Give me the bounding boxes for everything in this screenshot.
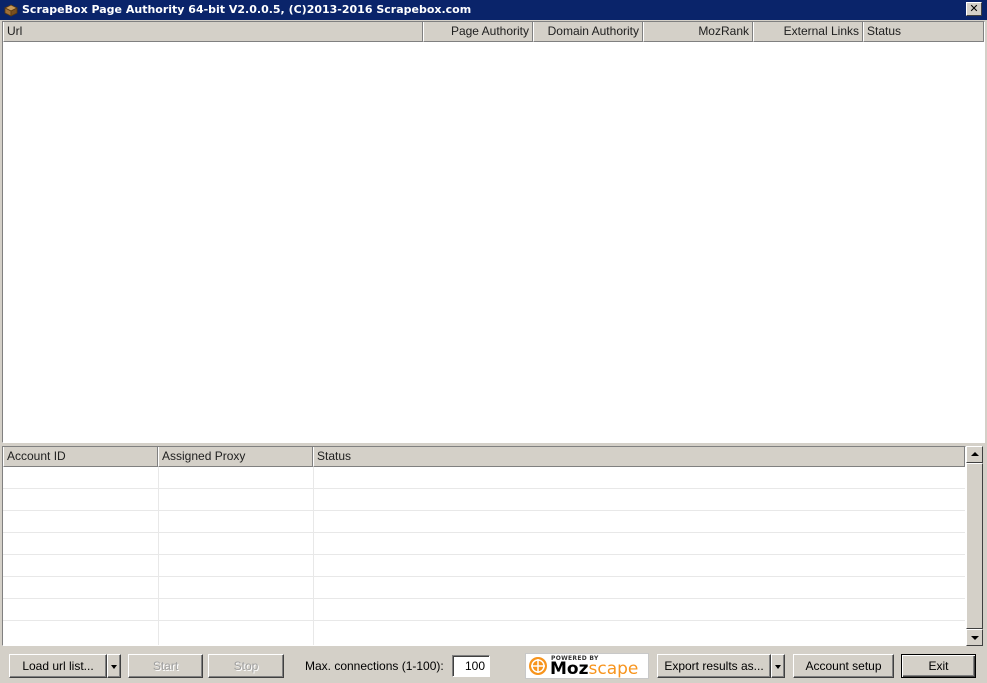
table-row[interactable] (3, 555, 965, 577)
mozscape-wordmark: Mozscape (550, 659, 638, 679)
scroll-up-button[interactable] (966, 446, 983, 463)
column-header-account-status[interactable]: Status (313, 447, 965, 467)
scrollbar-thumb[interactable] (966, 463, 983, 629)
start-button[interactable]: Start (128, 654, 203, 678)
max-connections-input[interactable]: 100 (452, 655, 490, 677)
table-row[interactable] (3, 489, 965, 511)
mozscape-badge-icon (529, 657, 547, 675)
scape-text: scape (588, 659, 639, 679)
moz-text: Moz (550, 659, 589, 679)
close-icon[interactable]: ✕ (966, 2, 982, 16)
account-setup-button[interactable]: Account setup (793, 654, 894, 678)
load-url-list-dropdown[interactable] (107, 654, 121, 678)
arrow-up-icon (971, 452, 979, 456)
column-header-external-links[interactable]: External Links (753, 22, 863, 42)
column-header-status[interactable]: Status (863, 22, 984, 42)
export-results-dropdown[interactable] (771, 654, 785, 678)
table-row[interactable] (3, 621, 965, 643)
column-header-assigned-proxy[interactable]: Assigned Proxy (158, 447, 313, 467)
column-header-mozrank[interactable]: MozRank (643, 22, 753, 42)
column-header-page-authority[interactable]: Page Authority (423, 22, 533, 42)
table-row[interactable] (3, 577, 965, 599)
title-bar: ScrapeBox Page Authority 64-bit V2.0.0.5… (0, 0, 987, 20)
exit-button[interactable]: Exit (901, 654, 976, 678)
results-table[interactable]: Url Page Authority Domain Authority MozR… (2, 21, 985, 443)
table-row[interactable] (3, 467, 965, 489)
load-url-list-button[interactable]: Load url list... (9, 654, 107, 678)
window-title: ScrapeBox Page Authority 64-bit V2.0.0.5… (22, 3, 472, 16)
max-connections-label: Max. connections (1-100): (305, 659, 444, 673)
scroll-down-button[interactable] (966, 629, 983, 646)
arrow-down-icon (971, 636, 979, 640)
table-row[interactable] (3, 511, 965, 533)
table-row[interactable] (3, 533, 965, 555)
export-results-button[interactable]: Export results as... (657, 654, 771, 678)
stop-button[interactable]: Stop (208, 654, 284, 678)
table-row[interactable] (3, 599, 965, 621)
column-header-account-id[interactable]: Account ID (3, 447, 158, 467)
accounts-scrollbar[interactable] (966, 446, 983, 646)
mozscape-logo[interactable]: POWERED BY Mozscape (525, 653, 649, 679)
accounts-table[interactable]: Account ID Assigned Proxy Status (2, 446, 966, 646)
column-header-domain-authority[interactable]: Domain Authority (533, 22, 643, 42)
box-icon (4, 4, 18, 17)
chevron-down-icon (775, 665, 781, 669)
column-header-url[interactable]: Url (3, 22, 423, 42)
chevron-down-icon (111, 665, 117, 669)
